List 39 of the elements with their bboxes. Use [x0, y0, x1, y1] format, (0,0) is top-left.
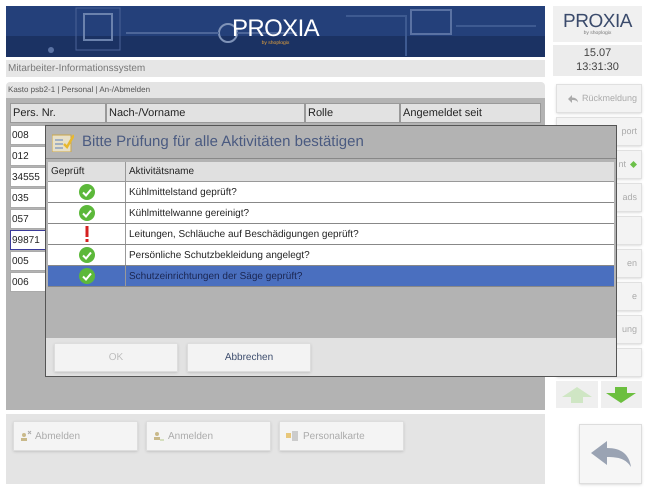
activity-name: Kühlmittelwanne gereinigt?	[128, 206, 250, 220]
card-icon	[286, 431, 300, 441]
app-title: Mitarbeiter-Informationssystem	[6, 60, 545, 77]
back-button[interactable]	[579, 424, 642, 484]
activity-name: Schutzeinrichtungen der Säge geprüft?	[128, 270, 304, 284]
person-icon	[153, 430, 165, 442]
person-x-icon	[20, 430, 32, 442]
column-header: Aktivitätsname	[128, 165, 196, 179]
check-icon	[78, 205, 94, 221]
dialog-button[interactable]: Abbrechen	[187, 342, 311, 372]
check-icon	[78, 268, 94, 284]
arrow-button[interactable]	[600, 381, 642, 408]
diamond-icon	[630, 161, 637, 168]
column-header: Angemeldet seit	[400, 103, 541, 123]
dialog-title: Bitte Prüfung für alle Aktivitäten bestätigen	[82, 132, 364, 152]
list-row[interactable]: Kühlmittelstand geprüft?	[48, 182, 614, 203]
check-icon	[78, 247, 94, 263]
column-header: Nach-/Vorname	[106, 103, 305, 123]
date-text: 15.07	[584, 46, 612, 61]
checklist-icon	[52, 132, 74, 152]
logo-text: PROXIA	[232, 17, 320, 41]
time-text: 13:31:30	[576, 60, 619, 74]
logo-text: PROXIA	[563, 12, 632, 31]
breadcrumb: Kasto psb2-1 | Personal | An-/Abmelden	[6, 82, 545, 98]
column-header: Pers. Nr.	[10, 103, 106, 123]
activity-name: Kühlmittelstand geprüft?	[128, 186, 238, 200]
column-header: Geprüft	[48, 162, 126, 181]
exclamation-icon	[84, 226, 90, 242]
arrow-button[interactable]	[556, 381, 598, 408]
activity-name: Persönliche Schutzbekleidung angelegt?	[128, 248, 311, 262]
reply-icon	[568, 94, 578, 103]
list-row[interactable]: Persönliche Schutzbekleidung angelegt?	[48, 245, 614, 266]
list-row[interactable]: Schutzeinrichtungen der Säge geprüft?	[48, 266, 614, 287]
check-icon	[78, 184, 94, 200]
list-row[interactable]: Kühlmittelwanne gereinigt?	[48, 203, 614, 224]
list-row[interactable]: Leitungen, Schläuche auf Beschädigungen geprüft?	[48, 224, 614, 245]
column-header: Rolle	[305, 103, 400, 123]
activity-name: Leitungen, Schläuche auf Beschädigungen geprüft?	[128, 228, 360, 242]
back-arrow-icon	[590, 441, 630, 468]
